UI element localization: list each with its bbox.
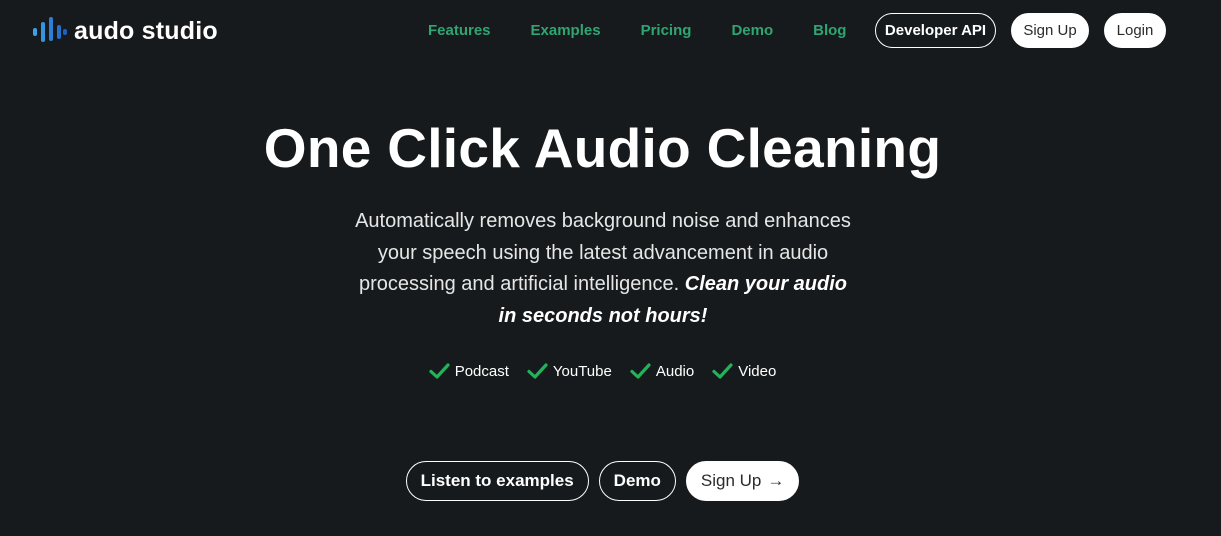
feature-item-audio: Audio bbox=[630, 362, 694, 380]
nav-link-demo[interactable]: Demo bbox=[731, 22, 773, 39]
feature-label: Audio bbox=[655, 362, 695, 380]
arrow-right-icon: → bbox=[767, 471, 785, 490]
listen-to-examples-button[interactable]: Listen to examples bbox=[405, 461, 589, 501]
main-nav: Features Examples Pricing Demo Blog bbox=[428, 22, 846, 39]
nav-link-features[interactable]: Features bbox=[428, 22, 491, 39]
sign-up-cta-button[interactable]: Sign Up → bbox=[685, 461, 800, 501]
check-icon bbox=[429, 363, 450, 379]
login-button[interactable]: Login bbox=[1104, 13, 1166, 48]
page: audo studio Features Examples Pricing De… bbox=[0, 0, 1221, 536]
brand-logo[interactable]: audo studio bbox=[32, 14, 218, 48]
nav-link-examples[interactable]: Examples bbox=[531, 22, 601, 39]
feature-label: Video bbox=[738, 362, 777, 380]
nav-link-pricing[interactable]: Pricing bbox=[641, 22, 692, 39]
check-icon bbox=[630, 363, 651, 379]
feature-checklist: Podcast YouTube Audio Video bbox=[0, 362, 1205, 380]
feature-item-video: Video bbox=[712, 362, 776, 380]
check-icon bbox=[712, 363, 733, 379]
feature-item-youtube: YouTube bbox=[527, 362, 612, 380]
check-icon bbox=[527, 363, 548, 379]
brand-name: audo studio bbox=[74, 16, 218, 45]
hero-title: One Click Audio Cleaning bbox=[263, 117, 942, 179]
sign-up-button[interactable]: Sign Up bbox=[1011, 13, 1089, 48]
developer-api-button[interactable]: Developer API bbox=[875, 13, 996, 48]
feature-label: Podcast bbox=[454, 362, 509, 380]
feature-label: YouTube bbox=[552, 362, 612, 380]
sign-up-cta-label: Sign Up bbox=[700, 471, 762, 490]
demo-button[interactable]: Demo bbox=[598, 461, 676, 501]
hero-description: Automatically removes background noise a… bbox=[355, 206, 851, 332]
nav-link-blog[interactable]: Blog bbox=[813, 22, 846, 39]
feature-item-podcast: Podcast bbox=[429, 362, 509, 380]
cta-row: Listen to examples Demo Sign Up → bbox=[0, 461, 1205, 501]
soundwave-logo-icon bbox=[33, 17, 67, 42]
